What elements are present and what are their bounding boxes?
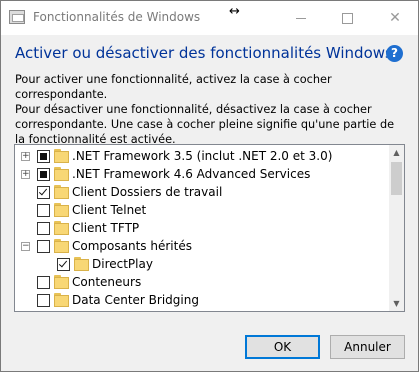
- app-window-icon: [9, 10, 25, 24]
- minimize-icon: [296, 17, 306, 19]
- feature-label: Client TFTP: [72, 221, 140, 235]
- feature-label: Data Center Bridging: [72, 293, 199, 307]
- feature-checkbox[interactable]: [37, 186, 50, 199]
- feature-label: Composants hérités: [72, 239, 192, 253]
- scroll-up-icon[interactable]: ▲: [389, 145, 404, 160]
- folder-icon: [54, 185, 69, 199]
- help-icon[interactable]: ?: [386, 45, 403, 62]
- page-title: Activer ou désactiver des fonctionnalité…: [15, 44, 393, 62]
- feature-checkbox[interactable]: [37, 222, 50, 235]
- window-title: Fonctionnalités de Windows: [33, 10, 201, 24]
- features-dialog: Fonctionnalités de Windows ↔ ✕ Activer o…: [0, 0, 419, 372]
- cancel-button[interactable]: Annuler: [330, 335, 405, 359]
- feature-checkbox[interactable]: [57, 258, 70, 271]
- feature-checkbox[interactable]: [37, 204, 50, 217]
- feature-row[interactable]: Data Center Bridging: [15, 292, 389, 310]
- feature-label: DirectPlay: [92, 257, 153, 271]
- feature-checkbox[interactable]: [37, 240, 50, 253]
- feature-row[interactable]: + .NET Framework 4.6 Advanced Services: [15, 166, 389, 184]
- ok-button[interactable]: OK: [245, 335, 320, 359]
- folder-icon: [54, 239, 69, 253]
- vertical-scrollbar[interactable]: ▲ ▼: [389, 145, 404, 311]
- feature-checkbox[interactable]: [37, 150, 50, 163]
- description-text: Pour activer une fonctionnalité, activez…: [15, 72, 407, 147]
- feature-checkbox[interactable]: [37, 168, 50, 181]
- feature-row[interactable]: DirectPlay: [15, 256, 389, 274]
- close-button[interactable]: ✕: [372, 1, 418, 35]
- feature-label: .NET Framework 4.6 Advanced Services: [72, 167, 311, 181]
- folder-icon: [54, 275, 69, 289]
- feature-row[interactable]: − Composants hérités: [15, 238, 389, 256]
- feature-label: Client Dossiers de travail: [72, 185, 223, 199]
- feature-label: Client Telnet: [72, 203, 147, 217]
- feature-row[interactable]: Client Dossiers de travail: [15, 184, 389, 202]
- folder-icon: [74, 257, 89, 271]
- description-line-2: Pour désactiver une fonctionnalité, désa…: [15, 103, 395, 146]
- feature-checkbox[interactable]: [37, 276, 50, 289]
- feature-row[interactable]: + .NET Framework 3.5 (inclut .NET 2.0 et …: [15, 148, 389, 166]
- scroll-thumb[interactable]: [391, 162, 402, 195]
- maximize-icon: [341, 12, 353, 24]
- expand-icon[interactable]: +: [21, 152, 30, 161]
- maximize-button[interactable]: [324, 1, 370, 35]
- feature-checkbox[interactable]: [37, 294, 50, 307]
- scroll-down-icon[interactable]: ▼: [389, 296, 404, 311]
- resize-cursor-icon: ↔: [229, 4, 240, 19]
- feature-row[interactable]: Client TFTP: [15, 220, 389, 238]
- features-tree[interactable]: + .NET Framework 3.5 (inclut .NET 2.0 et …: [14, 144, 405, 312]
- folder-icon: [54, 221, 69, 235]
- feature-row[interactable]: Client Telnet: [15, 202, 389, 220]
- feature-label: Conteneurs: [72, 275, 142, 289]
- folder-icon: [54, 149, 69, 163]
- feature-label: .NET Framework 3.5 (inclut .NET 2.0 et 3…: [72, 149, 333, 163]
- folder-icon: [54, 293, 69, 307]
- collapse-icon[interactable]: −: [21, 242, 30, 251]
- folder-icon: [54, 167, 69, 181]
- close-icon: ✕: [389, 10, 401, 26]
- folder-icon: [54, 203, 69, 217]
- minimize-button[interactable]: [278, 1, 324, 35]
- expand-icon[interactable]: +: [21, 170, 30, 179]
- description-line-1: Pour activer une fonctionnalité, activez…: [15, 73, 332, 101]
- feature-row[interactable]: Conteneurs: [15, 274, 389, 292]
- title-bar[interactable]: Fonctionnalités de Windows ↔ ✕: [1, 1, 418, 35]
